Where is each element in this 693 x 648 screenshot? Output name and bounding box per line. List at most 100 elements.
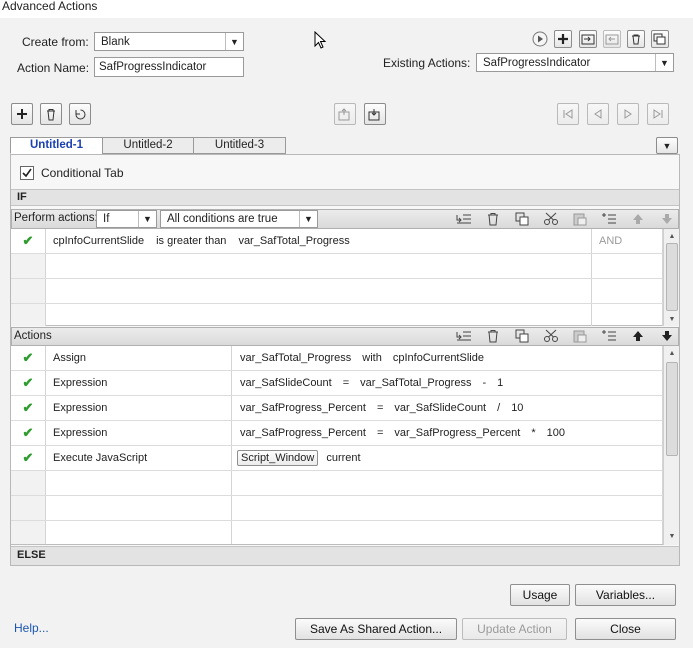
condition-row[interactable] [11, 279, 663, 304]
add-decision-button[interactable] [11, 103, 33, 125]
action-row[interactable]: ✔ Execute JavaScript Script_Window curre… [11, 446, 663, 471]
move-down-icon[interactable] [659, 211, 675, 227]
save-as-shared-action-button[interactable]: Save As Shared Action... [295, 618, 457, 640]
actions-grid: ✔ Assign var_SafTotal_Progress with cpIn… [11, 346, 679, 545]
condition-row[interactable] [11, 254, 663, 279]
tabs-menu-button[interactable]: ▼ [656, 137, 678, 154]
condition-logic[interactable]: AND [592, 229, 663, 253]
action-statement[interactable]: var_SafTotal_Progress with cpInfoCurrent… [232, 346, 663, 370]
action-var: var_SafProgress_Percent [240, 427, 366, 439]
insert-row-icon[interactable] [456, 211, 472, 227]
variables-button[interactable]: Variables... [575, 584, 676, 606]
checkmark-icon: ✔ [11, 371, 46, 395]
chevron-down-icon: ▼ [299, 211, 317, 227]
action-row[interactable] [11, 471, 663, 496]
move-up-icon[interactable] [630, 328, 646, 344]
conditions-select[interactable]: All conditions are true ▼ [160, 210, 318, 228]
action-row[interactable]: ✔ Expression var_SafSlideCount = var_Saf… [11, 371, 663, 396]
move-down-icon[interactable] [659, 328, 675, 344]
scroll-up-icon[interactable]: ▲ [666, 347, 678, 359]
new-action-button[interactable] [554, 30, 572, 48]
duplicate-action-button[interactable] [651, 30, 669, 48]
action-type[interactable]: Expression [46, 396, 232, 420]
action-statement[interactable]: var_SafProgress_Percent = var_SafSlideCo… [232, 396, 663, 420]
move-up-icon[interactable] [630, 211, 646, 227]
scroll-down-icon[interactable]: ▼ [666, 313, 678, 325]
actions-scrollbar[interactable]: ▲ ▼ [663, 346, 679, 545]
condition-expression[interactable]: cpInfoCurrentSlide is greater than var_S… [46, 229, 592, 253]
action-row[interactable]: ✔ Assign var_SafTotal_Progress with cpIn… [11, 346, 663, 371]
window-target: current [326, 452, 361, 464]
update-action-button[interactable]: Update Action [462, 618, 567, 640]
paste-icon[interactable] [572, 211, 588, 227]
action-row[interactable] [11, 496, 663, 521]
copy-decision-button[interactable] [334, 103, 356, 125]
chevron-down-icon: ▼ [138, 211, 156, 227]
insert-row-below-icon[interactable] [601, 211, 617, 227]
help-link[interactable]: Help... [14, 621, 49, 635]
conditions-scrollbar[interactable]: ▲ ▼ [663, 229, 679, 326]
scroll-up-icon[interactable]: ▲ [666, 230, 678, 242]
action-type[interactable]: Expression [46, 371, 232, 395]
conditional-tab-checkbox[interactable] [20, 166, 34, 180]
action-statement[interactable]: Script_Window current [232, 446, 663, 470]
action-value: 1 [497, 377, 504, 389]
chevron-down-icon: ▼ [655, 54, 673, 71]
action-row[interactable]: ✔ Expression var_SafProgress_Percent = v… [11, 421, 663, 446]
action-op: = [342, 377, 350, 389]
insert-row-below-icon[interactable] [601, 328, 617, 344]
action-value: var_SafTotal_Progress [360, 377, 472, 389]
perform-actions-select[interactable]: If ▼ [96, 210, 157, 228]
last-decision-button[interactable] [647, 103, 669, 125]
remove-decision-button[interactable] [40, 103, 62, 125]
action-type[interactable]: Execute JavaScript [46, 446, 232, 470]
create-from-select[interactable]: Blank ▼ [94, 32, 244, 51]
next-decision-button[interactable] [617, 103, 639, 125]
if-header: IF [11, 189, 679, 206]
script-window-button[interactable]: Script_Window [237, 450, 319, 466]
copy-icon[interactable] [514, 328, 530, 344]
action-row[interactable] [11, 521, 663, 545]
scroll-thumb[interactable] [666, 243, 678, 311]
trash-icon[interactable] [485, 328, 501, 344]
insert-row-icon[interactable] [456, 328, 472, 344]
action-type[interactable]: Expression [46, 421, 232, 445]
close-button[interactable]: Close [575, 618, 676, 640]
tab-untitled-2[interactable]: Untitled-2 [102, 137, 194, 154]
cut-icon[interactable] [543, 211, 559, 227]
export-action-button[interactable] [603, 30, 621, 48]
condition-operand: var_SafTotal_Progress [238, 235, 350, 247]
usage-button[interactable]: Usage [510, 584, 570, 606]
previous-decision-button[interactable] [587, 103, 609, 125]
checkmark-icon: ✔ [11, 229, 46, 253]
action-op: = [376, 402, 384, 414]
duplicate-decision-button[interactable] [69, 103, 91, 125]
condition-row[interactable]: ✔ cpInfoCurrentSlide is greater than var… [11, 229, 663, 254]
chevron-down-icon: ▼ [225, 33, 243, 50]
preview-play-icon[interactable] [532, 31, 548, 47]
existing-actions-select[interactable]: SafProgressIndicator ▼ [476, 53, 674, 72]
paste-decision-button[interactable] [364, 103, 386, 125]
action-name-label: Action Name: [17, 61, 90, 75]
action-row[interactable]: ✔ Expression var_SafProgress_Percent = v… [11, 396, 663, 421]
cut-icon[interactable] [543, 328, 559, 344]
import-action-button[interactable] [579, 30, 597, 48]
trash-icon[interactable] [485, 211, 501, 227]
action-name-input[interactable]: SafProgressIndicator [94, 57, 244, 77]
perform-actions-value: If [103, 213, 110, 225]
delete-action-button[interactable] [627, 30, 645, 48]
paste-icon[interactable] [572, 328, 588, 344]
tab-untitled-3[interactable]: Untitled-3 [193, 137, 286, 154]
first-decision-button[interactable] [557, 103, 579, 125]
action-statement[interactable]: var_SafProgress_Percent = var_SafProgres… [232, 421, 663, 445]
condition-operator: is greater than [156, 235, 227, 247]
tab-untitled-1[interactable]: Untitled-1 [10, 137, 103, 154]
action-type[interactable]: Assign [46, 346, 232, 370]
scroll-thumb[interactable] [666, 362, 678, 456]
copy-icon[interactable] [514, 211, 530, 227]
condition-row[interactable] [11, 304, 663, 326]
action-statement[interactable]: var_SafSlideCount = var_SafTotal_Progres… [232, 371, 663, 395]
scroll-down-icon[interactable]: ▼ [666, 530, 678, 542]
conditions-value: All conditions are true [167, 213, 278, 225]
checkmark-icon: ✔ [11, 346, 46, 370]
